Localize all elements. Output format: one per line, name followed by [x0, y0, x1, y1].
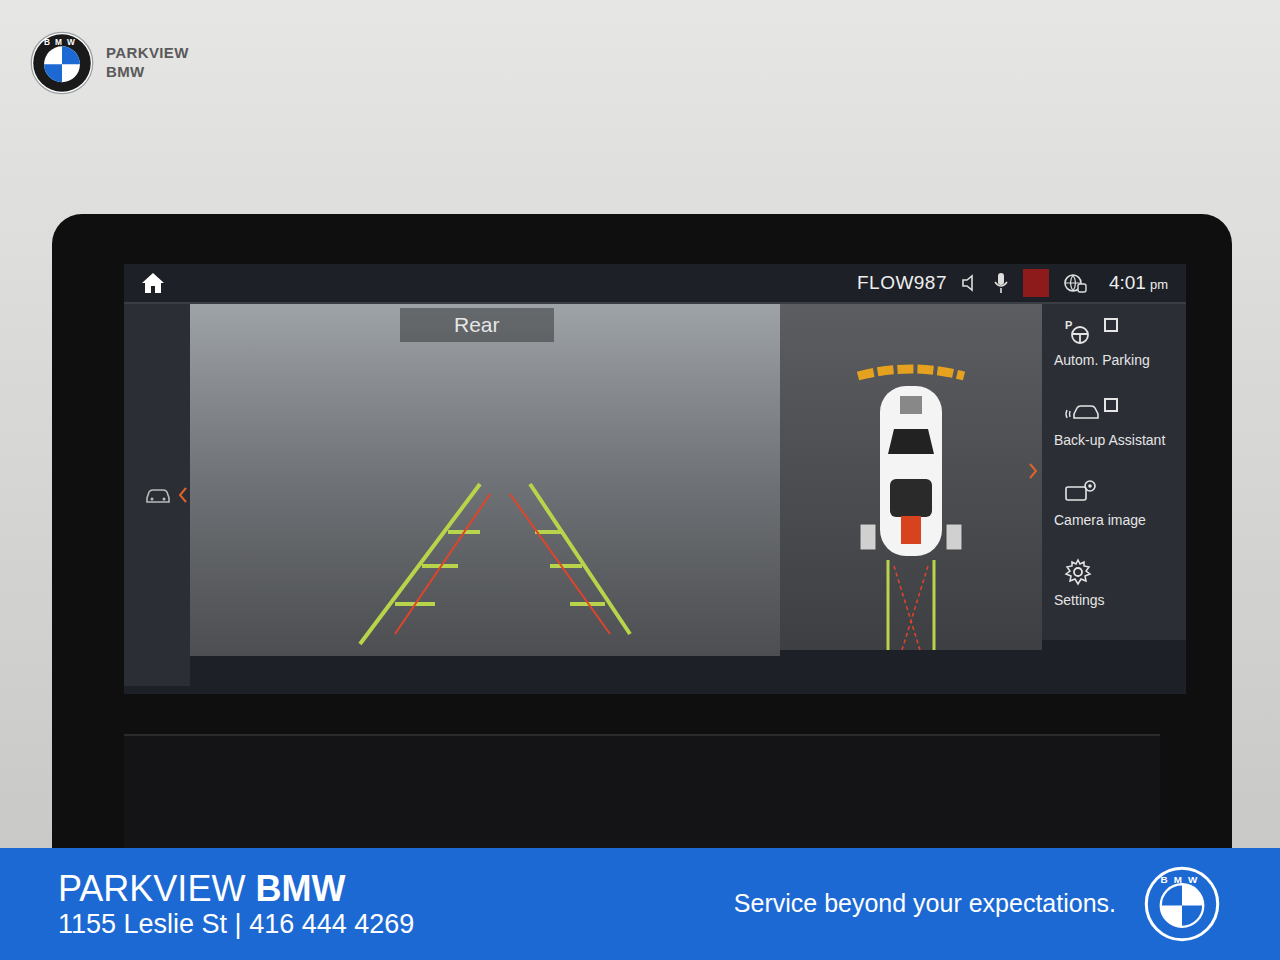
svg-text:P: P	[1065, 319, 1072, 331]
menu-label: Autom. Parking	[1054, 350, 1150, 371]
footer-dealer-name: PARKVIEW	[58, 868, 245, 909]
backup-assistant-icon	[1064, 398, 1100, 426]
camera-menu: P Autom. Parking Back-up Assistant Camera i…	[1042, 304, 1186, 640]
chevron-left-icon[interactable]	[178, 486, 188, 504]
bmw-roundel-icon: BMW	[1144, 866, 1220, 942]
connectivity-icon[interactable]	[1063, 272, 1087, 294]
menu-label: Back-up Assistant	[1054, 430, 1165, 451]
speaker-icon[interactable]	[961, 274, 979, 292]
surround-view	[780, 304, 1042, 650]
gear-icon	[1064, 558, 1100, 586]
menu-item[interactable]: Camera image	[1050, 474, 1186, 540]
camera-settings-icon	[1064, 478, 1100, 506]
display: FLOW987 4:01 pm	[124, 264, 1186, 694]
camera-area: Rear	[124, 304, 1186, 692]
footer-dealer-brand: BMW	[255, 868, 345, 909]
bmw-roundel-icon: BMW	[30, 31, 94, 95]
showroom-photo: BMW PARKVIEW BMW FLOW987 4:01	[0, 0, 1280, 848]
camera-label: Rear	[454, 309, 500, 341]
vehicle-tab[interactable]	[124, 304, 190, 686]
guide-lines-icon	[190, 304, 780, 656]
home-icon[interactable]	[140, 271, 166, 295]
recording-indicator-icon	[1023, 269, 1049, 297]
clock-meridiem: pm	[1150, 275, 1168, 295]
parking-assist-icon: P	[1064, 318, 1100, 346]
clock-time: 4:01	[1109, 269, 1146, 298]
dealer-brand: BMW	[106, 63, 189, 82]
footer-address: 1155 Leslie St | 416 444 4269	[58, 909, 414, 940]
menu-checkbox[interactable]	[1104, 318, 1118, 332]
dealer-footer: PARKVIEW BMW 1155 Leslie St | 416 444 42…	[0, 848, 1280, 960]
roundel-letters: BMW	[44, 37, 80, 47]
status-bar: FLOW987 4:01 pm	[124, 264, 1186, 304]
microphone-icon[interactable]	[993, 272, 1009, 294]
screen-bezel: FLOW987 4:01 pm	[52, 214, 1232, 848]
audio-source[interactable]: FLOW987	[857, 269, 947, 298]
menu-checkbox[interactable]	[1104, 398, 1118, 412]
dealer-header: BMW PARKVIEW BMW	[0, 0, 1280, 96]
menu-label: Camera image	[1054, 510, 1146, 531]
rear-camera-view: Rear	[190, 304, 780, 656]
footer-slogan: Service beyond your expectations.	[734, 885, 1116, 923]
chevron-right-icon[interactable]	[1028, 462, 1038, 480]
menu-item[interactable]: Back-up Assistant	[1050, 394, 1186, 460]
menu-item[interactable]: Settings	[1050, 554, 1186, 620]
dealer-name: PARKVIEW	[106, 44, 189, 63]
dashboard	[124, 734, 1160, 848]
menu-item[interactable]: P Autom. Parking	[1050, 314, 1186, 380]
vehicle-top-view-icon	[780, 304, 1042, 650]
car-icon	[144, 486, 172, 504]
menu-label: Settings	[1054, 590, 1105, 611]
